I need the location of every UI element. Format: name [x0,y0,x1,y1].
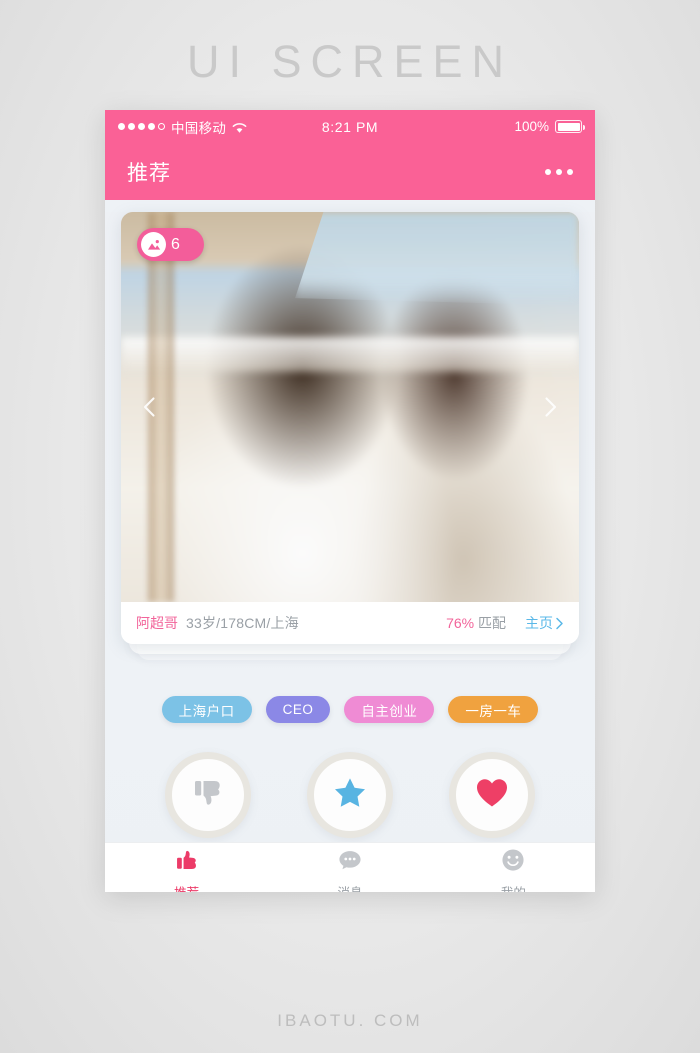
tab-messages[interactable]: 消息 [268,843,431,892]
smiley-face-icon [500,847,526,878]
phone-screen: 中国移动 8:21 PM 100% 推荐 6 阿超哥 33岁/178CM/上海 … [105,110,595,892]
battery-full-icon [555,120,585,133]
like-button-circle[interactable] [449,752,535,838]
image-icon [141,232,166,257]
thumbs-up-icon [174,847,200,878]
bottom-watermark: IBAOTU. COM [277,1011,423,1030]
status-bar: 中国移动 8:21 PM 100% [105,110,595,143]
chevron-left-icon[interactable] [137,394,163,420]
tab-messages-label: 消息 [337,882,362,893]
photo-sky-region [295,212,579,306]
pending-button-circle[interactable] [307,752,393,838]
tab-recommend-label: 推荐 [174,882,199,893]
heart-icon [475,776,509,815]
profile-info-bar: 阿超哥 33岁/178CM/上海 76% 匹配 主页 [121,602,579,644]
tab-profile[interactable]: 我的 [432,843,595,892]
profile-name: 阿超哥 [136,615,178,631]
page-title: 推荐 [127,161,171,185]
tag-item[interactable]: 上海户口 [161,696,252,723]
signal-strength-icon [118,123,165,130]
tag-item[interactable]: 一房一车 [448,696,539,723]
dislike-button-circle[interactable] [165,752,251,838]
tag-list: 上海户口 CEO 自主创业 一房一车 [105,696,595,723]
status-bar-right: 100% [514,119,585,134]
tag-label: 上海户口 [178,703,235,719]
bottom-tab-bar: 推荐 消息 [105,842,595,892]
tab-recommend[interactable]: 推荐 [105,843,268,892]
photo-count-label: 6 [171,235,180,253]
carrier-label: 中国移动 [171,120,227,136]
photo-count-badge: 6 [137,228,204,261]
tag-label: CEO [282,702,314,717]
match-label: 匹配 [478,615,506,631]
chevron-right-icon[interactable] [537,394,563,420]
tag-item[interactable]: 自主创业 [344,696,435,723]
content-area: 6 阿超哥 33岁/178CM/上海 76% 匹配 主页 上海户口 CEO 自主… [105,212,595,892]
profile-card[interactable]: 6 阿超哥 33岁/178CM/上海 76% 匹配 主页 [121,212,579,644]
photo-railing-region [121,336,579,372]
match-percent: 76% [446,615,475,631]
profile-meta: 33岁/178CM/上海 [186,615,299,631]
profile-card-stack: 6 阿超哥 33岁/178CM/上海 76% 匹配 主页 [121,212,579,660]
chevron-right-icon [556,617,563,629]
wifi-icon [232,121,247,133]
battery-percent-label: 100% [514,119,549,134]
more-horizontal-icon[interactable] [545,168,573,175]
status-bar-left: 中国移动 [118,117,247,137]
tag-label: 一房一车 [465,703,522,719]
star-icon [332,775,368,816]
match-group: 76% 匹配 [446,613,506,633]
homepage-label: 主页 [525,615,553,631]
thumbs-down-icon [191,776,225,815]
profile-photo[interactable]: 6 [121,212,579,602]
chat-bubble-icon [337,847,363,878]
tag-item[interactable]: CEO [265,696,331,723]
profile-info-right: 76% 匹配 主页 [446,613,564,633]
top-watermark: UI SCREEN [186,36,514,87]
homepage-link[interactable]: 主页 [525,613,564,633]
nav-bar: 推荐 [105,143,595,200]
tab-profile-label: 我的 [501,882,526,893]
tag-label: 自主创业 [361,703,418,719]
